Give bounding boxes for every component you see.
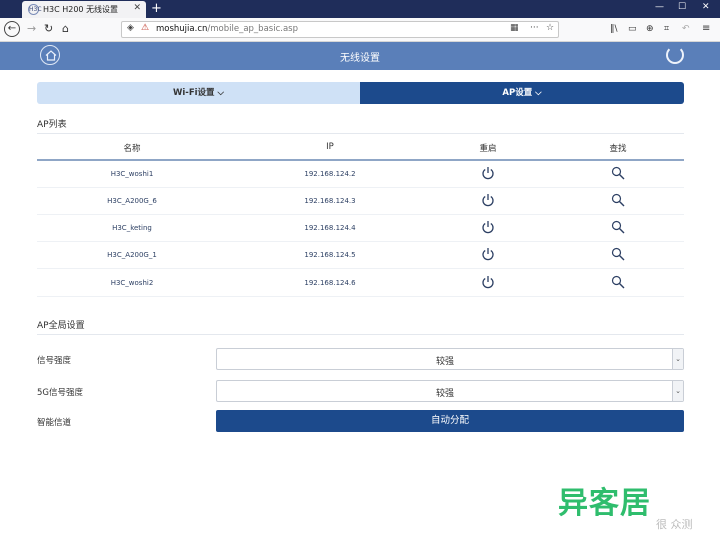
auto-assign-button[interactable]: 自动分配 <box>216 410 684 432</box>
undo-icon[interactable]: ↶ <box>682 22 690 36</box>
watermark-sub: 很 众测 <box>656 518 693 531</box>
forward-icon[interactable]: → <box>27 22 36 36</box>
chevron-down-icon[interactable]: ⌄ <box>672 349 683 369</box>
find-magnifier-icon[interactable] <box>611 166 625 180</box>
ap-name: H3C_A200G_6 <box>107 197 157 205</box>
col-name: 名称 <box>123 144 141 154</box>
ap-ip: 192.168.124.4 <box>304 224 356 232</box>
more-actions-icon[interactable]: ··· <box>530 23 539 33</box>
signal-5g-value: 较强 <box>435 389 454 399</box>
new-tab-icon[interactable]: + <box>151 0 162 17</box>
table-header: 名称 IP 重启 查找 <box>37 140 684 159</box>
find-magnifier-icon[interactable] <box>611 247 625 261</box>
restart-power-icon[interactable] <box>481 247 495 261</box>
ap-name: H3C_keting <box>112 224 152 232</box>
restart-power-icon[interactable] <box>481 275 495 289</box>
signal-strength-value: 较强 <box>435 357 454 367</box>
browser-titlebar: H3C H3C H200 无线设置 ✕ + — ☐ ✕ <box>0 0 720 18</box>
table-row: H3C_A200G_6 192.168.124.3 <box>37 188 684 215</box>
signal-5g-label: 5G信号强度 <box>37 388 83 398</box>
refresh-icon[interactable] <box>666 46 684 64</box>
ap-ip: 192.168.124.5 <box>304 251 356 259</box>
ap-ip: 192.168.124.6 <box>304 279 356 287</box>
signal-5g-select[interactable]: 较强 ⌄ <box>216 380 684 402</box>
tab-title: H3C H200 无线设置 <box>43 5 119 14</box>
section-divider <box>37 133 684 134</box>
page-title: 无线设置 <box>340 53 380 64</box>
settings-tabs: Wi-Fi设置 ⌵ AP设置 ⌵ <box>37 82 684 104</box>
sidebar-icon[interactable]: ▭ <box>628 22 637 36</box>
col-ip: IP <box>326 142 334 152</box>
maximize-icon[interactable]: ☐ <box>678 2 686 12</box>
table-row: H3C_A200G_1 192.168.124.5 <box>37 242 684 269</box>
library-icon[interactable]: ‖\ <box>610 22 618 36</box>
ap-name: H3C_woshi2 <box>110 279 154 287</box>
browser-tab[interactable]: H3C H3C H200 无线设置 ✕ <box>22 1 146 18</box>
find-magnifier-icon[interactable] <box>611 220 625 234</box>
table-row: H3C_woshi1 192.168.124.2 <box>37 161 684 188</box>
col-find: 查找 <box>609 144 627 154</box>
screenshot-icon[interactable]: ⌗ <box>664 22 669 36</box>
global-settings-title: AP全局设置 <box>37 321 85 331</box>
ap-ip: 192.168.124.2 <box>304 170 356 178</box>
home-nav-icon[interactable]: ⌂ <box>62 22 69 36</box>
ap-name: H3C_woshi1 <box>110 170 154 178</box>
url-text: moshujia.cn/mobile_ap_basic.asp <box>156 24 298 34</box>
bookmark-star-icon[interactable]: ☆ <box>546 23 554 33</box>
ap-list-title: AP列表 <box>37 120 67 130</box>
tab-wifi-settings[interactable]: Wi-Fi设置 ⌵ <box>37 82 360 104</box>
tab-close-icon[interactable]: ✕ <box>133 3 141 13</box>
watermark-logo: 异客居 <box>558 486 651 521</box>
reload-icon[interactable]: ↻ <box>44 22 53 36</box>
url-path: /mobile_ap_basic.asp <box>207 24 298 34</box>
table-row: H3C_keting 192.168.124.4 <box>37 215 684 242</box>
url-host: moshujia.cn <box>156 24 208 34</box>
qr-code-icon[interactable]: ▦ <box>510 23 519 33</box>
extension-icon[interactable]: ⊕ <box>646 22 654 36</box>
menu-icon[interactable]: ≡ <box>702 22 710 36</box>
close-window-icon[interactable]: ✕ <box>702 2 710 12</box>
ap-ip: 192.168.124.3 <box>304 197 356 205</box>
insecure-lock-icon[interactable]: ⚠ <box>141 23 149 33</box>
find-magnifier-icon[interactable] <box>611 275 625 289</box>
chevron-down-icon[interactable]: ⌄ <box>672 381 683 401</box>
restart-power-icon[interactable] <box>481 166 495 180</box>
find-magnifier-icon[interactable] <box>611 193 625 207</box>
ap-name: H3C_A200G_1 <box>107 251 157 259</box>
col-restart: 重启 <box>479 144 497 154</box>
tab-favicon-icon: H3C <box>28 4 42 15</box>
shield-icon[interactable]: ◈ <box>127 23 134 33</box>
section-divider <box>37 334 684 335</box>
signal-strength-select[interactable]: 较强 ⌄ <box>216 348 684 370</box>
tab-ap-settings[interactable]: AP设置 ⌵ <box>360 82 684 104</box>
signal-strength-label: 信号强度 <box>37 356 72 366</box>
table-row: H3C_woshi2 192.168.124.6 <box>37 270 684 297</box>
url-bar[interactable]: ◈ ⚠ moshujia.cn/mobile_ap_basic.asp ▦ ··… <box>121 21 559 38</box>
restart-power-icon[interactable] <box>481 220 495 234</box>
back-icon[interactable]: ← <box>4 21 20 37</box>
app-header: 无线设置 <box>0 42 720 70</box>
restart-power-icon[interactable] <box>481 193 495 207</box>
browser-navbar: ← → ↻ ⌂ ◈ ⚠ moshujia.cn/mobile_ap_basic.… <box>0 18 720 42</box>
minimize-icon[interactable]: — <box>655 2 664 12</box>
smart-channel-label: 智能信道 <box>37 418 72 428</box>
